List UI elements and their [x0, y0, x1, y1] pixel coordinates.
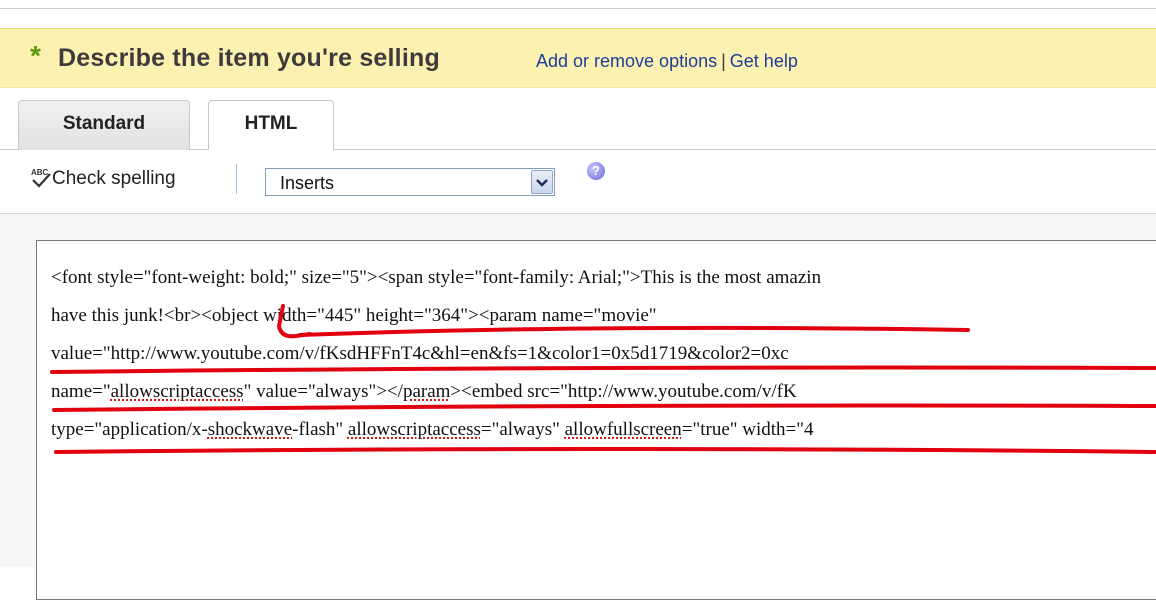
code-text: type="application/x-: [51, 419, 208, 440]
check-spelling-label: Check spelling: [52, 168, 176, 189]
editor-toolbar: ABC Check spelling Inserts ?: [0, 150, 1156, 214]
code-text: ><embed src="http://www.youtube.com/v/fK: [450, 381, 797, 402]
code-text: -flash": [292, 419, 348, 440]
code-text: name=": [51, 381, 111, 402]
question-icon[interactable]: ?: [587, 162, 605, 180]
section-title: Describe the item you're selling: [58, 44, 440, 72]
tab-html[interactable]: HTML: [208, 100, 334, 151]
chevron-down-icon[interactable]: [531, 170, 553, 194]
code-line-4: name="allowscriptaccess" value="always">…: [51, 381, 797, 403]
editor-tabs: Standard HTML: [0, 88, 1156, 151]
top-divider: [0, 0, 1156, 9]
toolbar-divider: [236, 164, 237, 194]
abc-check-icon: ABC: [30, 166, 52, 188]
code-line-3: value="http://www.youtube.com/v/fKsdHFFn…: [51, 343, 789, 365]
code-text: " value="always"></: [243, 381, 403, 402]
header-links: Add or remove options | Get help: [536, 50, 798, 72]
section-header: * Describe the item you're selling Add o…: [0, 28, 1156, 88]
svg-text:ABC: ABC: [31, 168, 49, 177]
get-help-link[interactable]: Get help: [730, 51, 798, 71]
code-text: value="http://www.youtube.com/v/fKsdHFFn…: [51, 343, 789, 364]
misspelled-word: allowscriptaccess: [347, 419, 481, 440]
code-text: ="always": [480, 419, 565, 440]
misspelled-word: param: [402, 381, 451, 402]
link-separator: |: [721, 51, 726, 71]
code-line-2: have this junk!<br><object width="445" h…: [51, 305, 657, 327]
code-text: ="true" width="4: [681, 419, 814, 440]
code-text: <font style="font-weight: bold;" size="5…: [51, 267, 822, 288]
required-star-icon: *: [30, 40, 41, 71]
tab-standard[interactable]: Standard: [18, 100, 190, 150]
inserts-dropdown[interactable]: Inserts: [265, 168, 555, 196]
code-text: have this junk!<br><object width="445" h…: [51, 305, 657, 326]
misspelled-word: allowscriptaccess: [110, 381, 244, 402]
code-line-5: type="application/x-shockwave-flash" all…: [51, 419, 814, 441]
html-source-editor[interactable]: <font style="font-weight: bold;" size="5…: [36, 240, 1156, 600]
add-remove-options-link[interactable]: Add or remove options: [536, 51, 717, 71]
code-line-1: <font style="font-weight: bold;" size="5…: [51, 267, 821, 289]
misspelled-word: allowfullscreen: [564, 419, 682, 440]
inserts-selected-value: Inserts: [280, 173, 335, 193]
check-spelling-button[interactable]: ABC Check spelling: [30, 166, 176, 191]
misspelled-word: shockwave: [207, 419, 293, 440]
